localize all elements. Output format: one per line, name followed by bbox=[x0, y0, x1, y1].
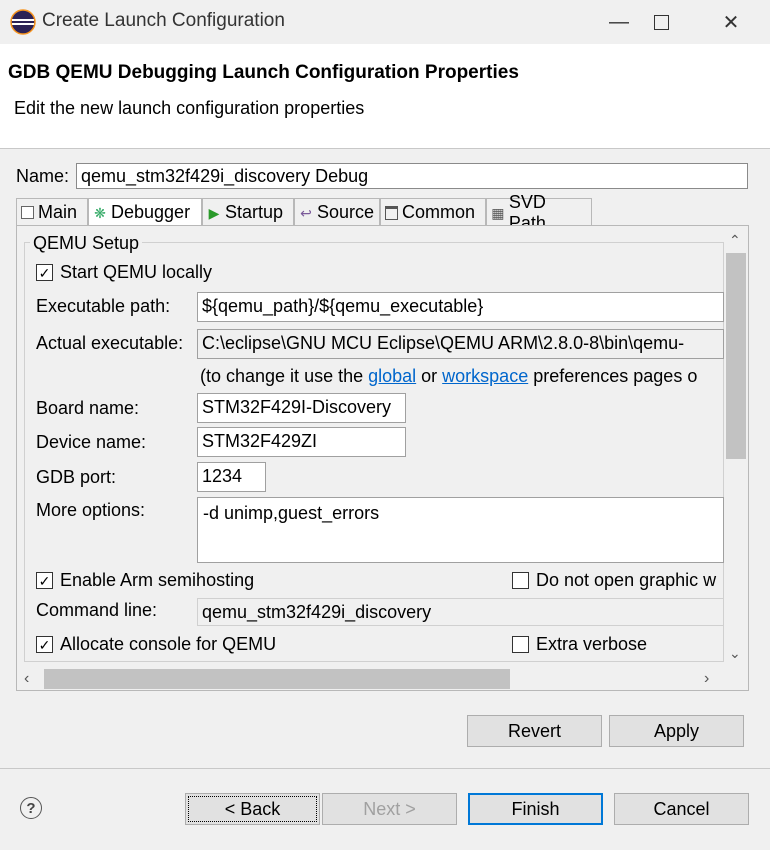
main-tab-icon bbox=[21, 206, 34, 219]
next-button[interactable]: Next > bbox=[322, 793, 457, 825]
maximize-icon bbox=[653, 14, 669, 30]
tab-main-label: Main bbox=[38, 202, 78, 222]
executable-path-input[interactable]: ${qemu_path}/${qemu_executable} bbox=[197, 292, 724, 322]
minimize-icon: — bbox=[609, 10, 629, 33]
scroll-up-icon[interactable]: ⌃ bbox=[729, 232, 741, 249]
more-options-textarea[interactable]: -d unimp,guest_errors bbox=[197, 497, 724, 563]
tab-common-label: Common bbox=[402, 202, 476, 222]
tab-svd-path[interactable]: ▦ SVD Path bbox=[486, 192, 592, 233]
tab-bar: Main ❋ Debugger ▶ Startup ↩ Source Commo… bbox=[16, 192, 592, 233]
actual-executable-label: Actual executable: bbox=[36, 333, 184, 353]
name-input[interactable]: qemu_stm32f429i_discovery Debug bbox=[76, 163, 748, 189]
close-button[interactable]: ✕ bbox=[702, 0, 760, 44]
window-title: Create Launch Configuration bbox=[42, 10, 285, 31]
tab-source-label: Source bbox=[317, 202, 375, 222]
name-label: Name: bbox=[16, 166, 70, 186]
cancel-button[interactable]: Cancel bbox=[614, 793, 749, 825]
device-name-label: Device name: bbox=[36, 432, 147, 452]
hint-suffix: preferences pages o bbox=[528, 366, 698, 386]
header-description: Edit the new launch configuration proper… bbox=[14, 98, 365, 118]
debugger-tab-icon: ❋ bbox=[94, 204, 106, 221]
allocate-console-label: Allocate console for QEMU bbox=[60, 634, 277, 654]
source-tab-icon: ↩ bbox=[300, 204, 312, 221]
hint-prefix: (to change it use the bbox=[200, 366, 369, 386]
more-options-label: More options: bbox=[36, 500, 146, 520]
horizontal-scrollbar-thumb[interactable] bbox=[44, 669, 510, 689]
command-line-label: Command line: bbox=[36, 600, 158, 620]
gdb-port-input[interactable]: 1234 bbox=[197, 462, 266, 492]
tab-source[interactable]: ↩ Source bbox=[294, 198, 380, 226]
executable-path-label: Executable path: bbox=[36, 296, 171, 316]
device-name-input[interactable]: STM32F429ZI bbox=[197, 427, 406, 457]
tab-startup[interactable]: ▶ Startup bbox=[202, 198, 294, 226]
finish-button[interactable]: Finish bbox=[468, 793, 603, 825]
apply-button[interactable]: Apply bbox=[609, 715, 744, 747]
checkbox-unchecked-icon bbox=[512, 636, 529, 653]
vertical-scrollbar-thumb[interactable] bbox=[726, 253, 746, 459]
actual-executable-value: C:\eclipse\GNU MCU Eclipse\QEMU ARM\2.8.… bbox=[197, 329, 724, 359]
enable-semihosting-checkbox[interactable]: ✓ Enable Arm semihosting bbox=[36, 570, 254, 591]
tab-common[interactable]: Common bbox=[380, 198, 486, 226]
scroll-down-icon[interactable]: ⌄ bbox=[729, 645, 741, 662]
start-qemu-locally-label: Start QEMU locally bbox=[60, 262, 213, 282]
maximize-button[interactable] bbox=[632, 0, 690, 44]
checkbox-checked-icon: ✓ bbox=[36, 636, 53, 653]
hint-middle: or bbox=[416, 366, 443, 386]
no-graphic-checkbox[interactable]: Do not open graphic w bbox=[512, 570, 724, 591]
extra-verbose-label: Extra verbose bbox=[536, 634, 648, 654]
allocate-console-checkbox[interactable]: ✓ Allocate console for QEMU bbox=[36, 634, 276, 655]
gdb-port-label: GDB port: bbox=[36, 467, 117, 487]
help-icon[interactable]: ? bbox=[20, 797, 42, 819]
checkbox-checked-icon: ✓ bbox=[36, 264, 53, 281]
command-line-value: qemu_stm32f429i_discovery bbox=[197, 598, 724, 626]
scroll-right-icon[interactable]: › bbox=[704, 670, 709, 688]
workspace-link[interactable]: workspace bbox=[442, 366, 528, 386]
startup-tab-icon: ▶ bbox=[208, 204, 220, 221]
tab-main[interactable]: Main bbox=[16, 198, 88, 226]
scroll-left-icon[interactable]: ‹ bbox=[24, 670, 29, 688]
tab-startup-label: Startup bbox=[225, 202, 284, 222]
common-tab-icon bbox=[385, 205, 398, 220]
enable-semihosting-label: Enable Arm semihosting bbox=[60, 570, 255, 590]
revert-button[interactable]: Revert bbox=[467, 715, 602, 747]
no-graphic-label: Do not open graphic w bbox=[536, 570, 717, 590]
global-link[interactable]: global bbox=[368, 366, 416, 386]
eclipse-icon bbox=[10, 9, 36, 35]
preferences-hint: (to change it use the global or workspac… bbox=[200, 366, 722, 387]
tab-debugger[interactable]: ❋ Debugger bbox=[88, 198, 202, 226]
board-name-input[interactable]: STM32F429I-Discovery bbox=[197, 393, 406, 423]
dialog-header bbox=[0, 44, 770, 149]
checkbox-unchecked-icon bbox=[512, 572, 529, 589]
qemu-setup-title: QEMU Setup bbox=[30, 233, 143, 254]
svd-tab-icon: ▦ bbox=[491, 204, 505, 221]
start-qemu-locally-checkbox[interactable]: ✓ Start QEMU locally bbox=[36, 262, 212, 283]
footer-separator bbox=[0, 768, 770, 769]
close-icon: ✕ bbox=[722, 11, 740, 34]
tab-debugger-label: Debugger bbox=[111, 202, 191, 222]
checkbox-checked-icon: ✓ bbox=[36, 572, 53, 589]
extra-verbose-checkbox[interactable]: Extra verbose bbox=[512, 634, 647, 655]
back-button[interactable]: < Back bbox=[185, 793, 320, 825]
board-name-label: Board name: bbox=[36, 398, 140, 418]
header-title: GDB QEMU Debugging Launch Configuration … bbox=[8, 62, 519, 83]
